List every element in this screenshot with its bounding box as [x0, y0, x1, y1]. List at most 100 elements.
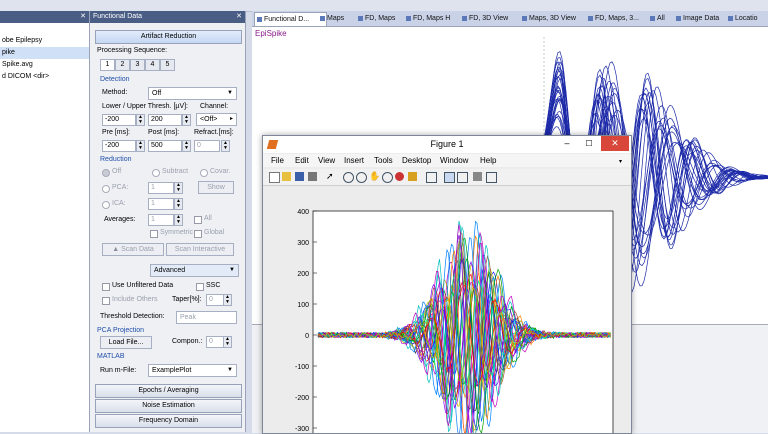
- scan-interactive-button[interactable]: Scan Interactive: [166, 243, 234, 256]
- ica-input[interactable]: 1: [148, 198, 174, 210]
- covar-radio[interactable]: [200, 169, 208, 177]
- print-icon[interactable]: [308, 172, 317, 181]
- pan-icon[interactable]: ✋: [369, 172, 380, 181]
- subtract-radio[interactable]: [152, 169, 160, 177]
- tab-image-data[interactable]: Image Data: [674, 12, 733, 25]
- menu-edit[interactable]: Edit: [295, 156, 309, 165]
- refract-spinner[interactable]: ▲ ▼: [221, 140, 230, 152]
- file-item[interactable]: Spike.avg: [0, 59, 89, 71]
- colorbar-icon[interactable]: [444, 172, 455, 183]
- symmetric-checkbox[interactable]: [150, 230, 158, 238]
- load-file-button[interactable]: Load File...: [100, 336, 152, 349]
- menu-file[interactable]: File: [271, 156, 284, 165]
- frequency-domain-button[interactable]: Frequency Domain: [95, 414, 242, 428]
- pre-spinner[interactable]: ▲ ▼: [136, 140, 145, 152]
- zoom-out-icon[interactable]: [356, 172, 367, 183]
- menu-window[interactable]: Window: [440, 156, 468, 165]
- open-icon[interactable]: [282, 172, 291, 181]
- save-icon[interactable]: [295, 172, 304, 181]
- rotate-icon[interactable]: [382, 172, 393, 183]
- link-icon[interactable]: [426, 172, 437, 183]
- panel-close-icon[interactable]: ✕: [80, 11, 86, 23]
- show-plot-tools-icon[interactable]: [486, 172, 497, 183]
- file-item-selected[interactable]: pike: [0, 47, 89, 59]
- panel-close-icon[interactable]: ✕: [236, 11, 242, 23]
- tab-fd-maps-3[interactable]: FD, Maps, 3...: [586, 12, 655, 25]
- upper-threshold-input[interactable]: 200: [148, 114, 182, 126]
- post-spinner[interactable]: ▲ ▼: [182, 140, 191, 152]
- tab-maps-3d-view[interactable]: Maps, 3D View: [520, 12, 593, 25]
- epochs-averaging-button[interactable]: Epochs / Averaging: [95, 384, 242, 398]
- tab-fd-maps[interactable]: FD, Maps: [356, 12, 411, 25]
- sequence-tab-2[interactable]: 2: [115, 59, 130, 71]
- zoom-in-icon[interactable]: [343, 172, 354, 183]
- tab-functional-data[interactable]: Functional D...: [254, 12, 327, 26]
- compon-input[interactable]: 0: [206, 336, 224, 348]
- averages-input[interactable]: 1: [148, 214, 174, 226]
- upper-threshold-spinner[interactable]: ▲ ▼: [182, 114, 191, 126]
- show-button[interactable]: Show: [198, 181, 234, 194]
- legend-icon[interactable]: [457, 172, 468, 183]
- file-item[interactable]: [0, 23, 89, 35]
- close-icon[interactable]: ✕: [601, 136, 629, 151]
- method-dropdown[interactable]: Off ▼: [148, 87, 237, 100]
- off-radio[interactable]: [102, 169, 110, 177]
- sequence-tab-4[interactable]: 4: [145, 59, 160, 71]
- noise-estimation-button[interactable]: Noise Estimation: [95, 399, 242, 413]
- artifact-reduction-button[interactable]: Artifact Reduction: [95, 30, 242, 44]
- lower-threshold-input[interactable]: -200: [102, 114, 136, 126]
- plot-area[interactable]: 4003002001000-100-200-300: [263, 186, 631, 433]
- global-label: Global: [204, 229, 225, 236]
- ica-label: ICA:: [112, 200, 126, 207]
- taper-spinner[interactable]: ▲ ▼: [223, 294, 232, 306]
- post-input[interactable]: 500: [148, 140, 182, 152]
- file-item[interactable]: d DICOM <dir>: [0, 71, 89, 83]
- run-mfile-dropdown[interactable]: ExamplePlot ▼: [148, 364, 237, 377]
- tab-fd-maps-h[interactable]: FD, Maps H: [404, 12, 467, 25]
- pre-input[interactable]: -200: [102, 140, 136, 152]
- pca-input[interactable]: 1: [148, 182, 174, 194]
- compon-label: Compon.:: [172, 338, 203, 345]
- arrow-icon[interactable]: ➚: [326, 172, 335, 181]
- lower-threshold-spinner[interactable]: ▲ ▼: [136, 114, 145, 126]
- taper-input[interactable]: 0: [206, 294, 224, 306]
- pca-radio[interactable]: [102, 185, 110, 193]
- hide-plot-tools-icon[interactable]: [473, 172, 482, 181]
- use-unfiltered-checkbox[interactable]: [102, 283, 110, 291]
- figure-window[interactable]: Figure 1 – ☐ ✕ File Edit View Insert Too…: [262, 135, 632, 434]
- sequence-tab-3[interactable]: 3: [130, 59, 145, 71]
- menu-view[interactable]: View: [318, 156, 335, 165]
- averages-spinner[interactable]: ▲ ▼: [174, 214, 183, 226]
- advanced-dropdown[interactable]: Advanced ▼: [150, 264, 239, 277]
- menu-desktop[interactable]: Desktop: [402, 156, 431, 165]
- menu-tools[interactable]: Tools: [374, 156, 393, 165]
- file-item[interactable]: obe Epilepsy: [0, 35, 89, 47]
- data-cursor-icon[interactable]: [395, 172, 404, 181]
- all-checkbox[interactable]: [194, 216, 202, 224]
- ica-spinner[interactable]: ▲ ▼: [174, 198, 183, 210]
- global-checkbox[interactable]: [194, 230, 202, 238]
- compon-spinner[interactable]: ▲ ▼: [223, 336, 232, 348]
- threshold-detection-dropdown[interactable]: Peak: [176, 311, 237, 324]
- menu-overflow-icon[interactable]: ▾: [619, 158, 622, 165]
- include-others-checkbox[interactable]: [102, 297, 110, 305]
- menu-insert[interactable]: Insert: [344, 156, 364, 165]
- minimize-icon[interactable]: –: [557, 138, 577, 150]
- brush-icon[interactable]: [408, 172, 417, 181]
- pca-spinner[interactable]: ▲ ▼: [174, 182, 183, 194]
- ica-radio[interactable]: [102, 201, 110, 209]
- menu-help[interactable]: Help: [480, 156, 496, 165]
- maximize-icon[interactable]: ☐: [579, 138, 599, 150]
- tab-location[interactable]: Locatio: [726, 12, 768, 25]
- tab-icon: [676, 16, 681, 21]
- scan-data-button[interactable]: ▲ Scan Data: [102, 243, 164, 256]
- channel-dropdown[interactable]: <Off> ▸: [196, 113, 237, 126]
- functional-data-panel: Functional Data ✕ Artifact Reduction Pro…: [90, 11, 246, 432]
- sequence-tab-5[interactable]: 5: [160, 59, 175, 71]
- new-figure-icon[interactable]: [269, 172, 280, 183]
- sequence-tab-1[interactable]: 1: [100, 59, 115, 71]
- reduction-header: Reduction: [100, 156, 132, 163]
- tab-fd-3d-view[interactable]: FD, 3D View: [460, 12, 527, 25]
- refract-input[interactable]: 0: [194, 140, 220, 152]
- ssc-checkbox[interactable]: [196, 283, 204, 291]
